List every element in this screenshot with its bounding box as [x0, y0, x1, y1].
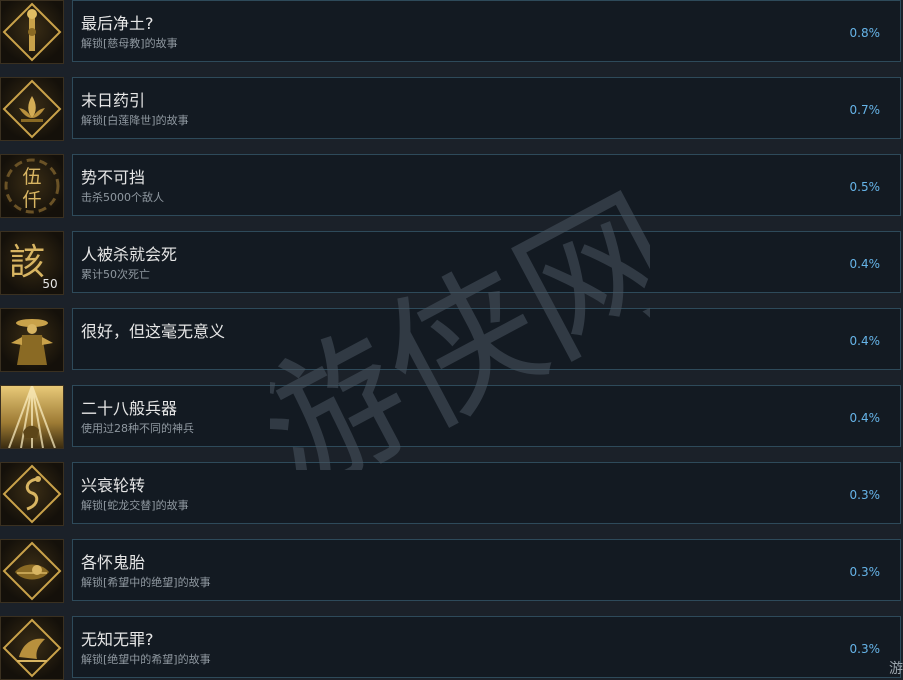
achievement-title: 最后净土?	[81, 14, 154, 33]
achievement-row[interactable]: 兴衰轮转 解锁[蛇龙交替]的故事 0.3%	[0, 462, 903, 526]
achievement-card: 很好，但这毫无意义 0.4%	[72, 308, 901, 370]
achievement-percent: 0.8%	[849, 26, 881, 40]
achievement-description: 使用过28种不同的神兵	[81, 422, 194, 435]
achievement-percent: 0.3%	[849, 642, 881, 656]
achievement-description: 解锁[绝望中的希望]的故事	[81, 653, 211, 666]
achievement-card: 二十八般兵器 使用过28种不同的神兵 0.4%	[72, 385, 901, 447]
corner-watermark-glyph: 游	[889, 661, 903, 677]
achievement-row[interactable]: 各怀鬼胎 解锁[希望中的绝望]的故事 0.3%	[0, 539, 903, 603]
svg-text:50: 50	[42, 277, 57, 291]
achievement-card: 无知无罪? 解锁[绝望中的希望]的故事 0.3%	[72, 616, 901, 678]
serpent-dragon-icon	[0, 462, 64, 526]
achievement-row[interactable]: 无知无罪? 解锁[绝望中的希望]的故事 0.3%	[0, 616, 903, 680]
achievement-description: 解锁[希望中的绝望]的故事	[81, 576, 211, 589]
achievement-title: 很好，但这毫无意义	[81, 322, 226, 341]
achievement-description: 解锁[白莲降世]的故事	[81, 114, 189, 127]
achievement-card: 人被杀就会死 累计50次死亡 0.4%	[72, 231, 901, 293]
gai-50-glyph-icon: 該 50	[0, 231, 64, 295]
achievement-percent: 0.4%	[849, 411, 881, 425]
achievement-card: 势不可挡 击杀5000个敌人 0.5%	[72, 154, 901, 216]
achievement-title: 势不可挡	[81, 168, 146, 187]
svg-text:仟: 仟	[22, 189, 41, 211]
ghost-fetus-icon	[0, 539, 64, 603]
achievement-description: 击杀5000个敌人	[81, 191, 164, 204]
light-rays-hand-icon	[0, 385, 64, 449]
achievement-percent: 0.7%	[849, 103, 881, 117]
achievement-description: 解锁[慈母教]的故事	[81, 37, 178, 50]
achievement-row[interactable]: 該 50 人被杀就会死 累计50次死亡 0.4%	[0, 231, 903, 295]
achievement-title: 二十八般兵器	[81, 399, 178, 418]
achievement-row[interactable]: 伍仟 势不可挡 击杀5000个敌人 0.5%	[0, 154, 903, 218]
achievement-title: 各怀鬼胎	[81, 553, 146, 572]
achievement-percent: 0.5%	[849, 180, 881, 194]
achievement-title: 人被杀就会死	[81, 245, 178, 264]
achievement-description: 累计50次死亡	[81, 268, 150, 281]
achievement-row[interactable]: 二十八般兵器 使用过28种不同的神兵 0.4%	[0, 385, 903, 449]
achievement-row[interactable]: 很好，但这毫无意义 0.4%	[0, 308, 903, 372]
achievement-row[interactable]: 末日药引 解锁[白莲降世]的故事 0.7%	[0, 77, 903, 141]
achievement-card: 各怀鬼胎 解锁[希望中的绝望]的故事 0.3%	[72, 539, 901, 601]
robed-figure-icon	[0, 308, 64, 372]
achievement-title: 无知无罪?	[81, 630, 154, 649]
achievement-percent: 0.4%	[849, 257, 881, 271]
wu-qian-glyph-icon: 伍仟	[0, 154, 64, 218]
achievement-row[interactable]: 最后净土? 解锁[慈母教]的故事 0.8%	[0, 0, 903, 64]
svg-text:該: 該	[9, 242, 45, 283]
achievement-title: 末日药引	[81, 91, 146, 110]
svg-text:伍: 伍	[22, 166, 41, 188]
achievement-percent: 0.4%	[849, 334, 881, 348]
hope-in-despair-icon	[0, 616, 64, 680]
lotus-icon	[0, 77, 64, 141]
achievement-description: 解锁[蛇龙交替]的故事	[81, 499, 189, 512]
achievement-title: 兴衰轮转	[81, 476, 146, 495]
achievement-percent: 0.3%	[849, 565, 881, 579]
golden-scepter-icon	[0, 0, 64, 64]
achievement-percent: 0.3%	[849, 488, 881, 502]
achievement-card: 兴衰轮转 解锁[蛇龙交替]的故事 0.3%	[72, 462, 901, 524]
achievement-card: 最后净土? 解锁[慈母教]的故事 0.8%	[72, 0, 901, 62]
achievement-card: 末日药引 解锁[白莲降世]的故事 0.7%	[72, 77, 901, 139]
